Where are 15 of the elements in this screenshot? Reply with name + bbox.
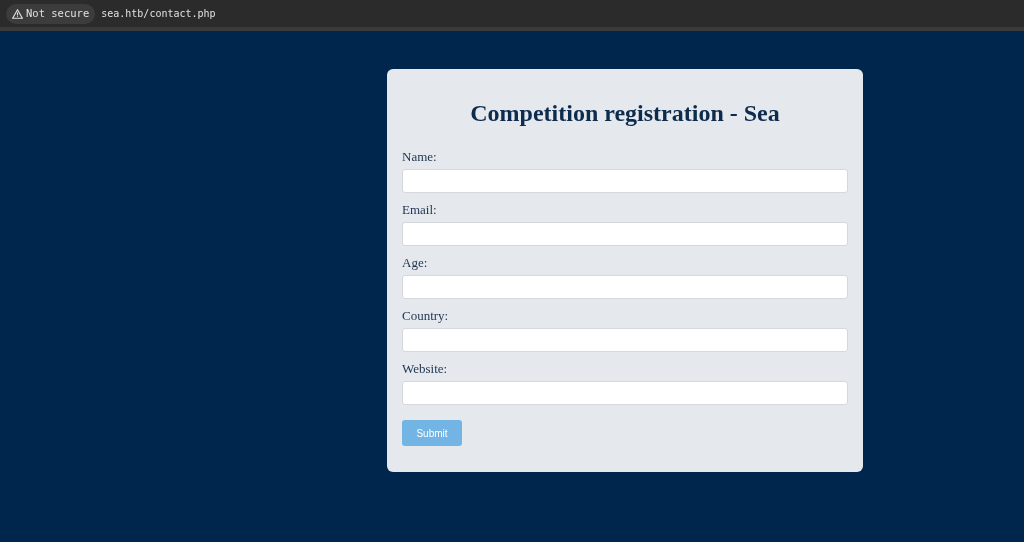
field-label: Age: (402, 255, 428, 271)
input-field[interactable] (402, 169, 848, 193)
input-field[interactable] (402, 328, 848, 352)
security-chip[interactable]: Not secure (6, 3, 96, 24)
field-label: Name: (402, 149, 437, 165)
input-field[interactable] (402, 381, 848, 405)
input-field[interactable] (402, 275, 848, 299)
field-label: Email: (402, 202, 437, 218)
warning-icon (12, 8, 23, 19)
field-label: Country: (402, 308, 449, 324)
url-text[interactable]: sea.htb/contact.php (101, 6, 216, 21)
field-label: Website: (402, 361, 448, 377)
form-title: Competition registration - Sea (469, 99, 781, 127)
security-label: Not secure (26, 5, 90, 21)
input-field[interactable] (402, 222, 848, 246)
